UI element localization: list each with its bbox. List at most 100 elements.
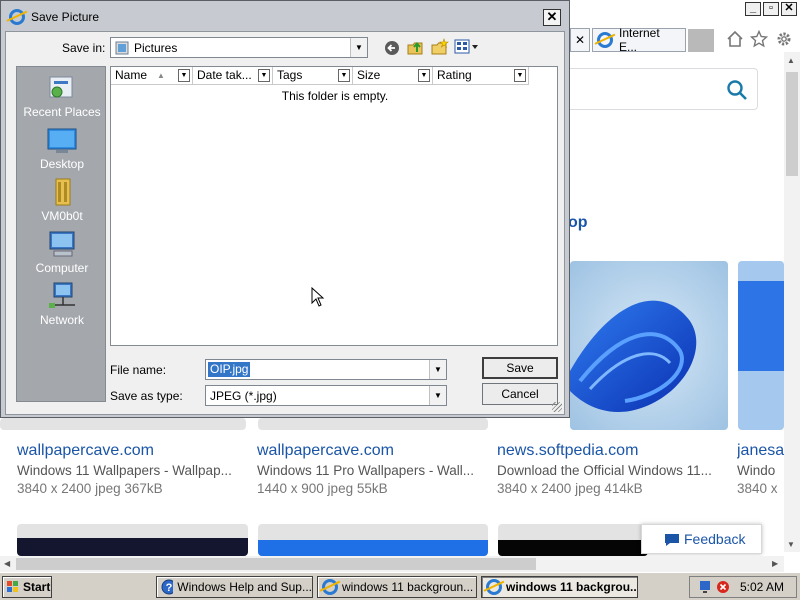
settings-gear-icon[interactable] <box>775 30 793 48</box>
result-site[interactable]: wallpapercave.com <box>257 442 489 460</box>
result-site[interactable]: wallpapercave.com <box>17 442 249 460</box>
result-meta: 3840 x 2400 jpeg 414kB <box>497 481 643 496</box>
start-label: Start <box>23 580 51 594</box>
save-in-value: Pictures <box>134 40 178 55</box>
scroll-right-arrow-icon[interactable]: ▶ <box>772 559 778 568</box>
chevron-down-icon[interactable]: ▼ <box>429 360 446 379</box>
column-header-date-taken[interactable]: Date tak... ▼ <box>193 67 273 85</box>
save-picture-dialog: Save Picture ✕ Save in: Pictures ▼ Recen… <box>0 0 570 418</box>
computer-icon <box>49 231 75 257</box>
save-in-label: Save in: <box>62 41 106 55</box>
place-recent-places[interactable]: Recent Places <box>17 73 107 119</box>
save-in-dropdown[interactable]: Pictures ▼ <box>110 37 368 58</box>
chevron-down-icon[interactable]: ▼ <box>350 38 367 57</box>
feedback-button[interactable]: Feedback <box>641 524 762 554</box>
scrollbar-thumb[interactable] <box>786 72 798 176</box>
column-label: Size <box>357 68 381 82</box>
result-thumbnail[interactable] <box>570 261 728 430</box>
taskbar-item-help[interactable]: ? Windows Help and Sup... <box>156 576 313 598</box>
tab-close-button[interactable]: ✕ <box>570 28 590 52</box>
chevron-down-icon[interactable]: ▼ <box>338 69 350 82</box>
result-item[interactable]: news.softpedia.com Download the Official… <box>497 442 729 496</box>
home-icon[interactable] <box>726 30 744 48</box>
dialog-title-bar[interactable]: Save Picture ✕ <box>1 1 569 33</box>
start-button[interactable]: Start <box>2 576 52 598</box>
network-status-icon[interactable] <box>698 579 714 595</box>
scrollbar-thumb[interactable] <box>16 558 536 570</box>
file-name-value: OIP.jpg <box>208 362 251 377</box>
result-thumbnail[interactable] <box>258 524 488 556</box>
place-network[interactable]: Network <box>17 281 107 327</box>
tab-internet-explorer[interactable]: Internet E... <box>592 26 686 54</box>
horizontal-scrollbar[interactable]: ◀ ▶ <box>0 556 784 572</box>
system-tray: 5:02 AM <box>689 576 797 598</box>
taskbar-item-browser-2[interactable]: windows 11 backgrou... <box>481 576 638 598</box>
chevron-down-icon[interactable]: ▼ <box>514 69 526 82</box>
chevron-down-icon[interactable]: ▼ <box>258 69 270 82</box>
scroll-up-arrow-icon[interactable]: ▲ <box>787 56 795 65</box>
place-label: Computer <box>35 261 89 275</box>
minimize-button[interactable]: _ <box>745 2 761 16</box>
security-alert-icon[interactable] <box>716 580 730 594</box>
result-thumbnail[interactable] <box>738 261 784 430</box>
windows-bloom-image <box>570 261 728 430</box>
result-site[interactable]: news.softpedia.com <box>497 442 729 460</box>
column-header-tags[interactable]: Tags ▼ <box>273 67 353 85</box>
taskbar-item-label: windows 11 backgroun... <box>342 580 474 594</box>
place-computer[interactable]: Computer <box>17 229 107 275</box>
result-item[interactable]: janesa Windo 3840 x <box>737 442 784 496</box>
restore-button[interactable]: ▫ <box>763 2 779 16</box>
scroll-down-arrow-icon[interactable]: ▼ <box>787 540 795 549</box>
column-label: Rating <box>437 68 472 82</box>
view-menu-icon[interactable] <box>454 39 480 55</box>
chevron-down-icon[interactable]: ▼ <box>178 69 190 82</box>
pictures-folder-icon <box>115 41 129 54</box>
column-label: Date tak... <box>197 68 252 82</box>
empty-folder-message: This folder is empty. <box>281 89 389 103</box>
result-title: Download the Official Windows 11... <box>497 463 712 478</box>
taskbar-item-browser-1[interactable]: windows 11 backgroun... <box>317 576 477 598</box>
column-header-name[interactable]: Name ▲ ▼ <box>111 67 193 85</box>
sort-ascending-icon: ▲ <box>157 71 165 80</box>
column-header-size[interactable]: Size ▼ <box>353 67 433 85</box>
dialog-close-button[interactable]: ✕ <box>543 9 561 26</box>
favorites-star-icon[interactable] <box>750 30 768 48</box>
ie-logo-icon <box>9 9 25 25</box>
file-list[interactable]: Name ▲ ▼ Date tak... ▼ Tags ▼ Size ▼ Rat… <box>110 66 558 346</box>
close-window-button[interactable]: ✕ <box>781 2 797 16</box>
recent-places-icon <box>49 76 73 98</box>
save-as-type-label: Save as type: <box>110 389 183 403</box>
place-label: Recent Places <box>23 105 101 119</box>
result-item[interactable]: wallpapercave.com Windows 11 Pro Wallpap… <box>257 442 489 496</box>
place-label: Desktop <box>39 157 85 171</box>
column-header-rating[interactable]: Rating ▼ <box>433 67 529 85</box>
search-icon[interactable] <box>726 79 748 101</box>
new-tab-button[interactable] <box>688 29 714 52</box>
result-thumbnail[interactable] <box>498 524 648 556</box>
chevron-down-icon[interactable]: ▼ <box>418 69 430 82</box>
save-button[interactable]: Save <box>482 357 558 379</box>
clock: 5:02 AM <box>740 580 785 594</box>
result-thumbnail[interactable] <box>0 418 246 430</box>
result-thumbnail[interactable] <box>17 524 248 556</box>
result-thumbnail[interactable] <box>258 418 488 430</box>
cancel-button[interactable]: Cancel <box>482 383 558 405</box>
feedback-icon <box>665 534 679 546</box>
resize-grip[interactable] <box>552 402 562 412</box>
column-label: Tags <box>277 68 303 82</box>
vertical-scrollbar[interactable]: ▲ ▼ <box>784 52 800 552</box>
new-folder-icon[interactable] <box>431 38 449 56</box>
place-desktop[interactable]: Desktop <box>17 125 107 171</box>
result-site[interactable]: janesa <box>737 442 784 460</box>
up-folder-icon[interactable] <box>407 38 425 56</box>
back-arrow-icon[interactable] <box>384 40 400 56</box>
taskbar: Start ? Windows Help and Sup... windows … <box>0 572 800 600</box>
result-item[interactable]: wallpapercave.com Windows 11 Wallpapers … <box>17 442 249 496</box>
save-as-type-dropdown[interactable]: JPEG (*.jpg) ▼ <box>205 385 447 406</box>
save-as-type-value: JPEG (*.jpg) <box>210 388 277 403</box>
chevron-down-icon[interactable]: ▼ <box>429 386 446 405</box>
dialog-title: Save Picture <box>31 10 100 24</box>
scroll-left-arrow-icon[interactable]: ◀ <box>4 559 10 568</box>
place-user-folder[interactable]: VM0b0t <box>17 177 107 223</box>
file-name-input[interactable]: OIP.jpg ▼ <box>205 359 447 380</box>
